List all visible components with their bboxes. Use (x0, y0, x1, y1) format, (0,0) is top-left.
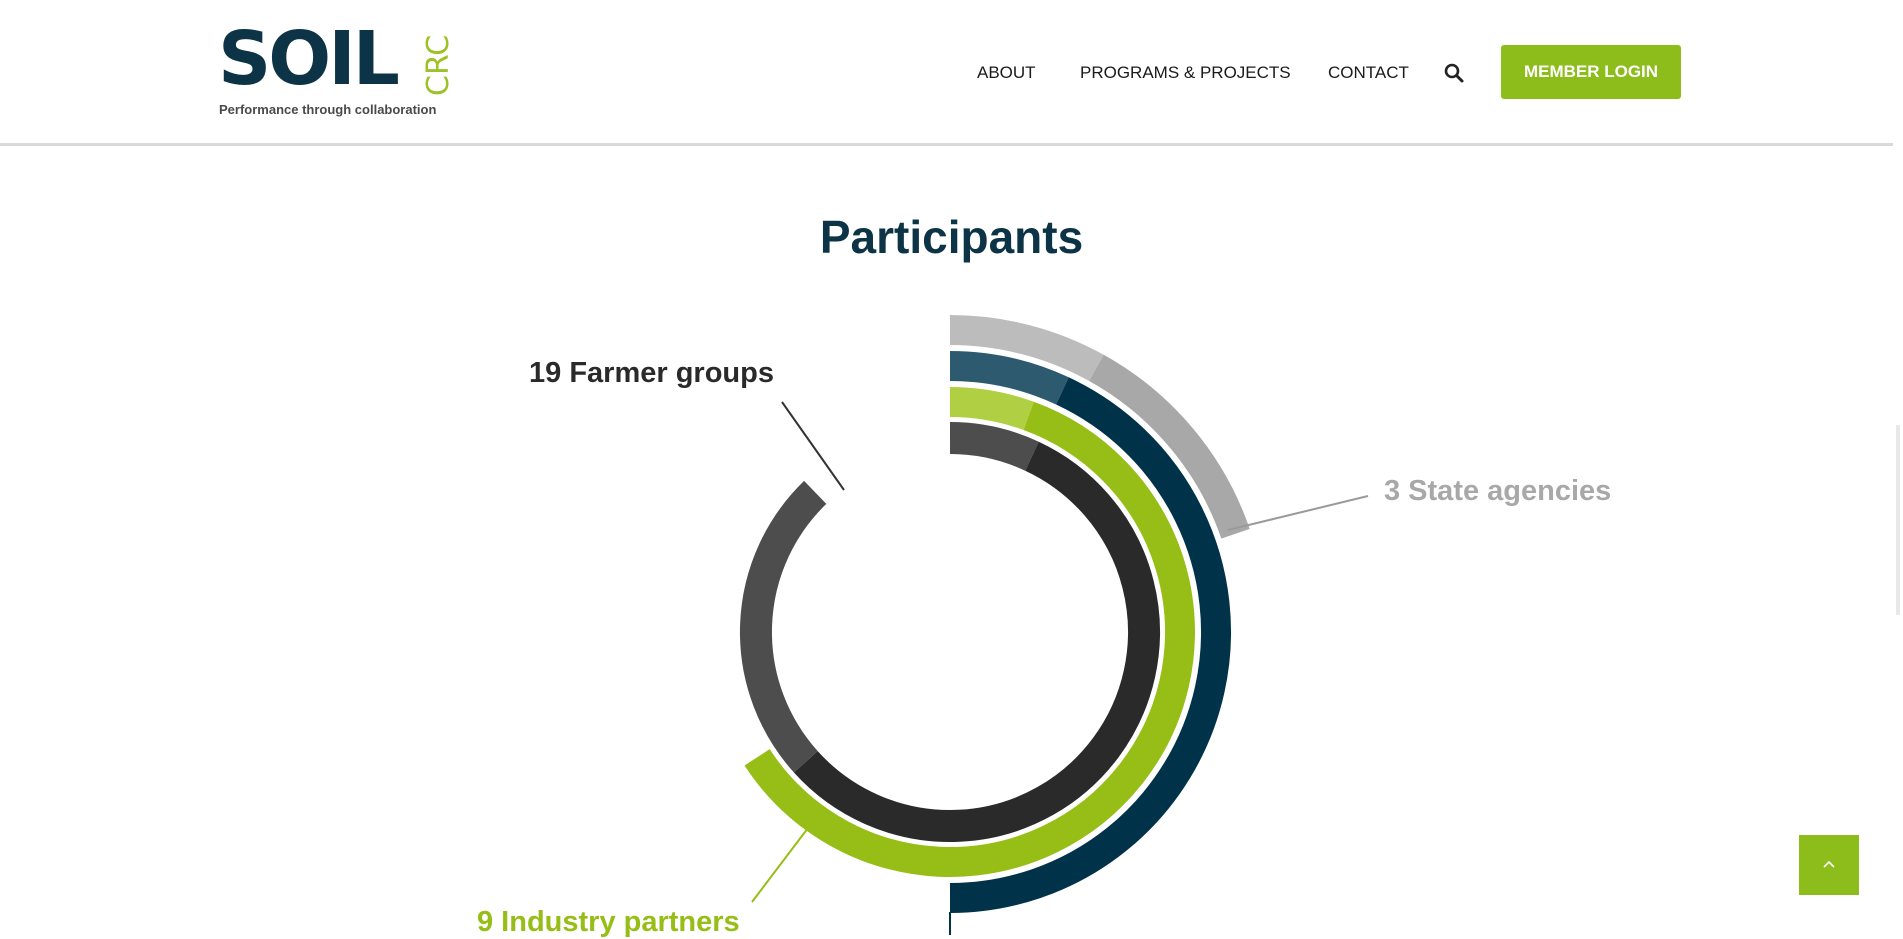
leader-line-state-agencies (1227, 495, 1369, 531)
ring-farmer-groups-tail (740, 480, 827, 773)
ring-navy-highlight (949, 351, 1069, 405)
page-scrollbar[interactable] (1893, 0, 1903, 935)
label-farmer-groups: 19 Farmer groups (529, 357, 774, 389)
participants-chart (740, 315, 1369, 935)
ring-farmer-groups-highlight (949, 422, 1039, 471)
scrollbar-thumb[interactable] (1896, 425, 1900, 615)
label-state-agencies: 3 State agencies (1384, 475, 1612, 507)
leader-line-farmer-groups (781, 401, 845, 491)
leader-line-industry-partners (751, 827, 809, 903)
ring-industry-partners-highlight (949, 387, 1034, 431)
chevron-up-icon (1823, 860, 1835, 868)
ring-farmer-groups (793, 441, 1160, 843)
scroll-to-top-button[interactable] (1799, 835, 1859, 895)
label-industry-partners: 9 Industry partners (477, 906, 740, 938)
